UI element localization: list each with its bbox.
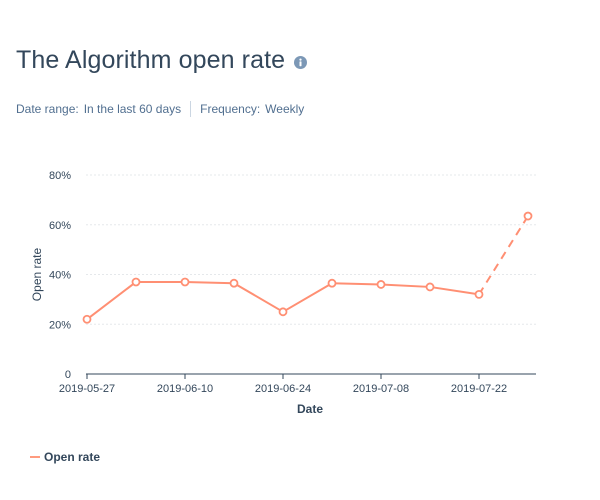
data-point[interactable] bbox=[278, 307, 288, 317]
data-point[interactable] bbox=[376, 280, 386, 289]
x-axis-title: Date bbox=[297, 402, 323, 416]
y-tick-label: 60% bbox=[49, 220, 71, 232]
data-point[interactable] bbox=[523, 211, 533, 221]
x-tick-label: 2019-07-08 bbox=[353, 383, 409, 395]
data-point[interactable] bbox=[82, 314, 92, 324]
x-tick-label: 2019-06-10 bbox=[157, 383, 213, 395]
data-point[interactable] bbox=[425, 282, 435, 292]
x-tick-label: 2019-07-22 bbox=[451, 383, 507, 395]
line-chart: 0 20% 40% 60% 80% 2019-05-27 2019-06-10 2019-06… bbox=[30, 170, 536, 416]
data-point[interactable] bbox=[474, 289, 484, 299]
data-point[interactable] bbox=[327, 278, 337, 288]
x-tick-label: 2019-05-27 bbox=[59, 383, 115, 395]
y-tick-label: 80% bbox=[49, 170, 71, 182]
y-axis-title: Open rate bbox=[30, 247, 44, 301]
data-point[interactable] bbox=[229, 278, 239, 288]
legend[interactable]: Open rate bbox=[30, 450, 100, 464]
series-line-projected bbox=[478, 215, 529, 295]
y-tick-label: 40% bbox=[49, 270, 71, 282]
data-point[interactable] bbox=[131, 277, 141, 287]
data-point[interactable] bbox=[180, 277, 190, 287]
legend-label: Open rate bbox=[44, 450, 101, 464]
legend-swatch bbox=[30, 456, 40, 458]
y-tick-label: 20% bbox=[49, 319, 71, 331]
y-tick-label: 0 bbox=[65, 369, 71, 381]
x-tick-label: 2019-06-24 bbox=[255, 383, 311, 395]
